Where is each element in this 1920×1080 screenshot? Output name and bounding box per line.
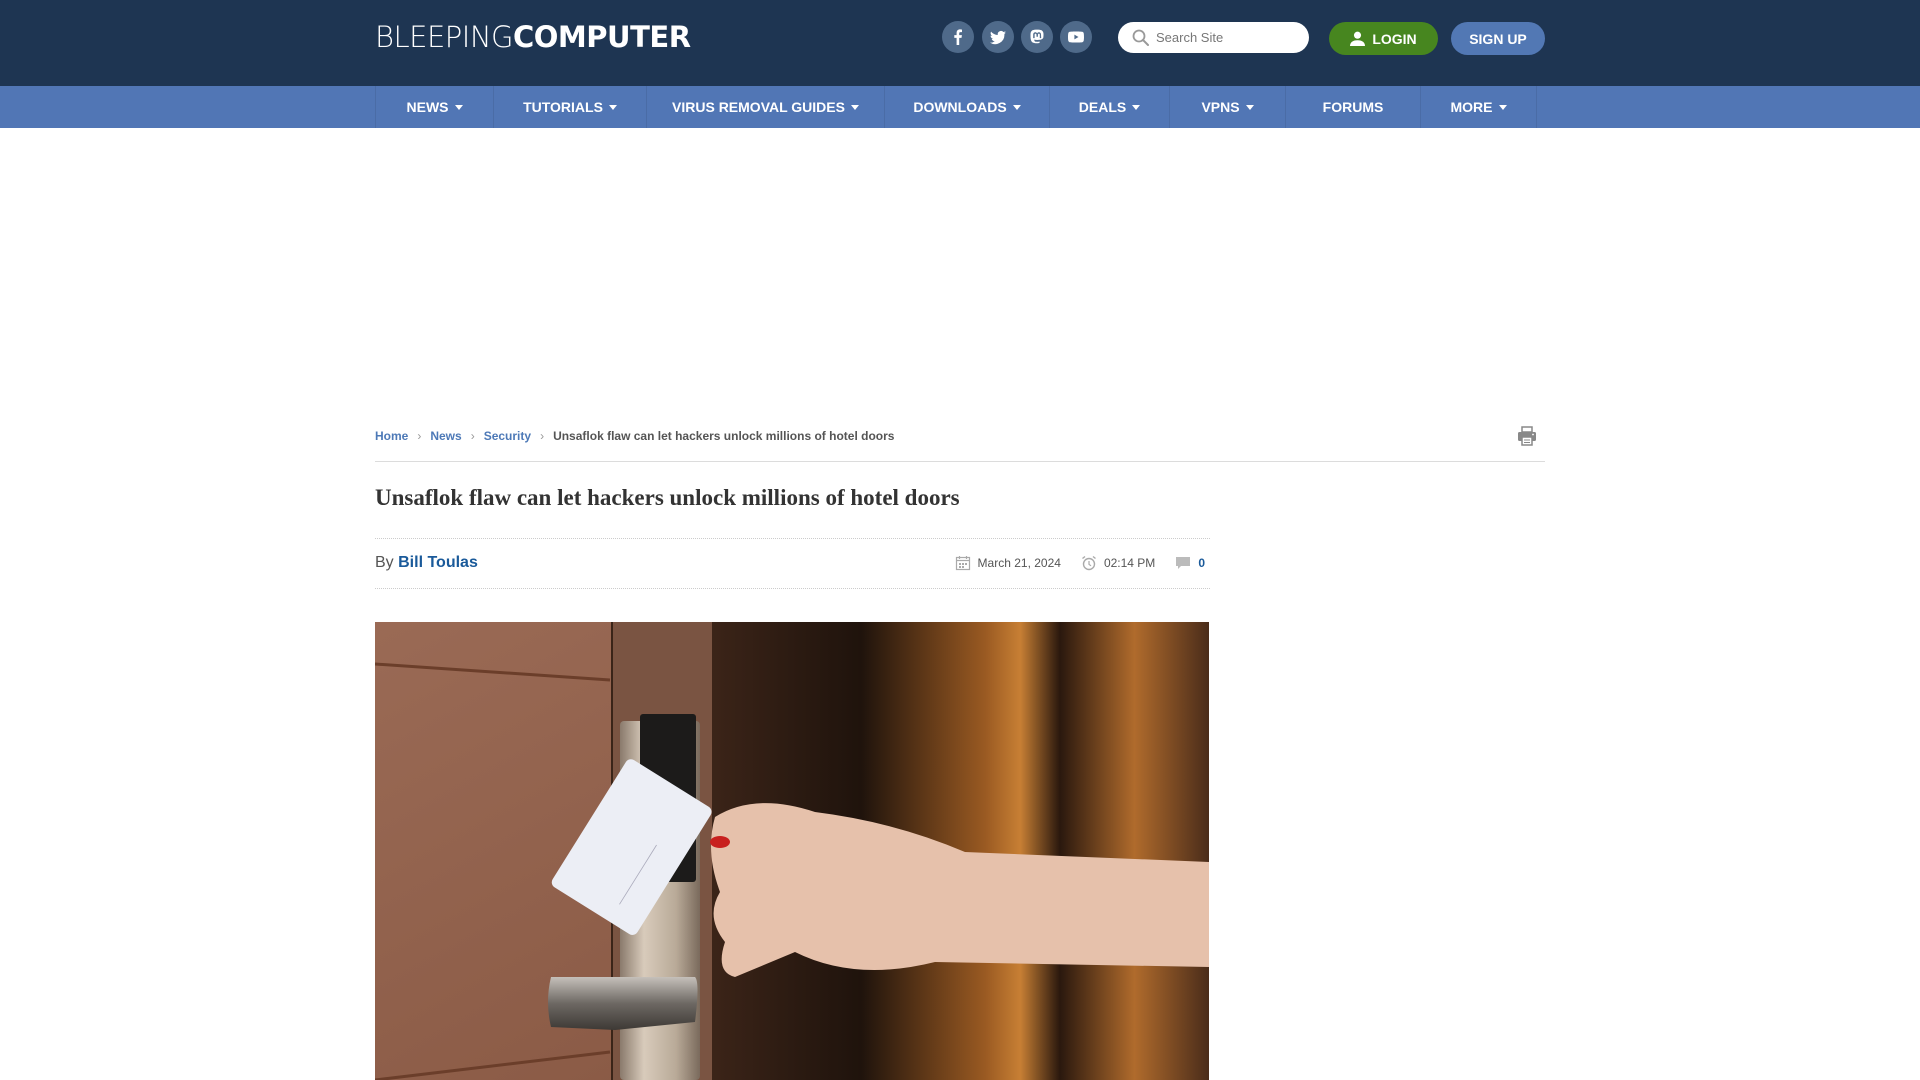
comment-icon xyxy=(1176,557,1191,569)
main-nav: NEWS TUTORIALS VIRUS REMOVAL GUIDES DOWN… xyxy=(375,86,1537,128)
search-icon xyxy=(1132,29,1149,46)
site-header: BLEEPINGCOMPUTER LOGIN SIGN UP xyxy=(0,0,1920,86)
nav-label: VPNS xyxy=(1201,99,1240,115)
search-box[interactable] xyxy=(1118,22,1309,53)
article-title: Unsaflok flaw can let hackers unlock mil… xyxy=(375,485,960,510)
article-time: 02:14 PM xyxy=(1103,556,1156,570)
nav-label: FORUMS xyxy=(1322,99,1384,115)
login-button[interactable]: LOGIN xyxy=(1329,22,1438,55)
caret-down-icon xyxy=(608,104,617,110)
nav-label: DOWNLOADS xyxy=(913,99,1007,115)
logo-bold-text: COMPUTER xyxy=(513,20,691,54)
breadcrumb-news[interactable]: News xyxy=(430,429,461,443)
chevron-right-icon: › xyxy=(470,429,475,443)
caret-down-icon xyxy=(1012,104,1021,110)
nav-item-downloads[interactable]: DOWNLOADS xyxy=(885,86,1050,128)
author-line: By Bill Toulas xyxy=(375,554,478,572)
nav-item-virus-removal-guides[interactable]: VIRUS REMOVAL GUIDES xyxy=(647,86,885,128)
twitter-icon xyxy=(990,30,1006,45)
nav-item-vpns[interactable]: VPNS xyxy=(1170,86,1286,128)
chevron-right-icon: › xyxy=(540,429,545,443)
nav-item-forums[interactable]: FORUMS xyxy=(1286,86,1421,128)
breadcrumb-home[interactable]: Home xyxy=(375,429,408,443)
nav-item-tutorials[interactable]: TUTORIALS xyxy=(494,86,647,128)
caret-down-icon xyxy=(850,104,859,110)
caret-down-icon xyxy=(1245,104,1254,110)
nav-item-news[interactable]: NEWS xyxy=(376,86,494,128)
hotel-door-keycard-image xyxy=(375,622,1209,1080)
nav-item-deals[interactable]: DEALS xyxy=(1050,86,1170,128)
print-button[interactable] xyxy=(1516,425,1538,447)
user-icon xyxy=(1350,31,1366,46)
nav-item-more[interactable]: MORE xyxy=(1421,86,1537,128)
search-input[interactable] xyxy=(1156,30,1296,45)
article-hero-image xyxy=(375,622,1209,1080)
chevron-right-icon: › xyxy=(417,429,422,443)
mastodon-icon xyxy=(1030,29,1044,44)
comment-count[interactable]: 0 xyxy=(1198,556,1205,570)
article-byline: By Bill Toulas March 21, 2024 02:14 PM 0 xyxy=(375,538,1210,589)
alarm-clock-icon xyxy=(1082,555,1096,571)
nav-label: NEWS xyxy=(406,99,449,115)
by-label: By xyxy=(375,554,394,571)
logo-light-text: BLEEPING xyxy=(375,20,514,54)
breadcrumb-security[interactable]: Security xyxy=(484,429,531,443)
author-link[interactable]: Bill Toulas xyxy=(398,554,478,571)
caret-down-icon xyxy=(1498,104,1507,110)
twitter-button[interactable] xyxy=(982,21,1014,53)
breadcrumb: Home › News › Security › Unsaflok flaw c… xyxy=(375,429,894,443)
nav-label: VIRUS REMOVAL GUIDES xyxy=(672,99,845,115)
youtube-button[interactable] xyxy=(1060,21,1092,53)
login-label: LOGIN xyxy=(1372,30,1417,47)
caret-down-icon xyxy=(454,104,463,110)
youtube-icon xyxy=(1068,31,1084,43)
facebook-button[interactable] xyxy=(942,21,974,53)
mastodon-button[interactable] xyxy=(1021,21,1053,53)
main-nav-bar: NEWS TUTORIALS VIRUS REMOVAL GUIDES DOWN… xyxy=(0,86,1920,128)
calendar-icon xyxy=(955,556,970,571)
nav-label: DEALS xyxy=(1078,99,1127,115)
signup-label: SIGN UP xyxy=(1469,30,1527,47)
signup-button[interactable]: SIGN UP xyxy=(1451,22,1545,55)
facebook-icon xyxy=(954,29,962,45)
article-meta: March 21, 2024 02:14 PM 0 xyxy=(955,555,1205,571)
printer-icon xyxy=(1518,426,1536,446)
breadcrumb-divider xyxy=(375,461,1545,462)
breadcrumb-current: Unsaflok flaw can let hackers unlock mil… xyxy=(553,429,895,443)
nav-label: TUTORIALS xyxy=(523,99,603,115)
nav-label: MORE xyxy=(1450,99,1493,115)
caret-down-icon xyxy=(1132,104,1141,110)
site-logo[interactable]: BLEEPINGCOMPUTER xyxy=(375,20,691,54)
article-date: March 21, 2024 xyxy=(977,556,1061,570)
